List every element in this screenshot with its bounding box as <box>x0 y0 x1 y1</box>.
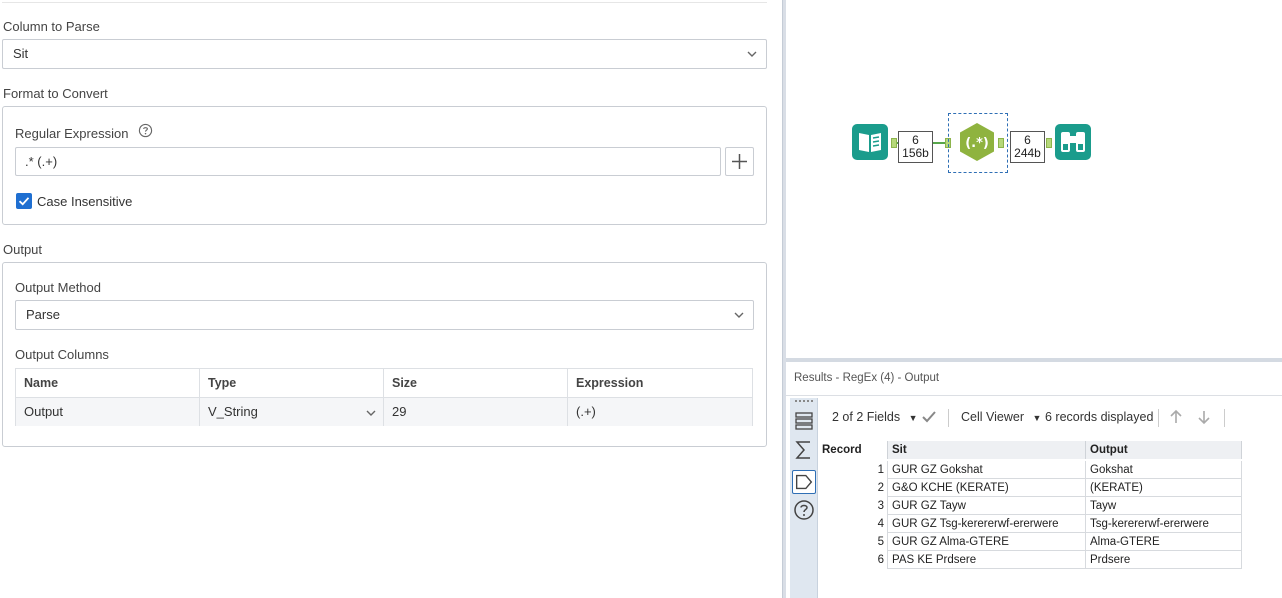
output-columns-label: Output Columns <box>15 347 109 362</box>
browse-binoculars-icon[interactable] <box>1055 124 1091 160</box>
regex-glyph: (.*) <box>965 136 989 151</box>
fields-label: 2 of 2 Fields <box>832 410 901 424</box>
case-insensitive-label: Case Insensitive <box>37 194 133 209</box>
format-to-convert-group: Regular Expression .* (.+) Case Insensit… <box>2 106 767 225</box>
grid-header-record[interactable]: Record <box>818 441 888 459</box>
toolbar-separator <box>1224 409 1225 427</box>
output-cell[interactable]: (KERATE) <box>1086 479 1242 497</box>
output-cell[interactable]: Alma-GTERE <box>1086 533 1242 551</box>
table-row[interactable]: 1 GUR GZ Gokshat Gokshat <box>818 461 1242 479</box>
output-columns-header: Name Type Size Expression <box>16 369 752 398</box>
output-cell[interactable]: Tayw <box>1086 497 1242 515</box>
format-to-convert-label: Format to Convert <box>3 86 108 101</box>
chevron-down-icon <box>747 51 757 57</box>
column-to-parse-select[interactable]: Sit <box>2 39 767 69</box>
add-token-button[interactable] <box>725 147 754 176</box>
column-header-size: Size <box>384 369 568 397</box>
record-cell[interactable]: 5 <box>818 533 888 551</box>
badge-size: 244b <box>1014 146 1041 160</box>
sit-cell[interactable]: PAS KE Prdsere <box>888 551 1086 569</box>
table-view-icon[interactable] <box>792 409 816 433</box>
results-toolbar: 2 of 2 Fields ▼ Cell Viewer ▼ 6 records … <box>818 402 1282 432</box>
sit-cell[interactable]: GUR GZ Tayw <box>888 497 1086 515</box>
output-size-cell[interactable]: 29 <box>384 398 568 426</box>
table-row[interactable]: 2 G&O KCHE (KERATE) (KERATE) <box>818 479 1242 497</box>
toolbar-separator <box>1158 409 1159 427</box>
column-header-type: Type <box>200 369 384 397</box>
chevron-down-icon <box>734 312 744 318</box>
output-name-cell[interactable]: Output <box>16 398 200 426</box>
table-row[interactable]: 5 GUR GZ Alma-GTERE Alma-GTERE <box>818 533 1242 551</box>
column-header-name: Name <box>16 369 200 397</box>
table-row[interactable]: 3 GUR GZ Tayw Tayw <box>818 497 1242 515</box>
arrow-up-icon[interactable] <box>1168 409 1184 425</box>
arrow-down-icon[interactable] <box>1196 409 1212 425</box>
metadata-tag-icon[interactable] <box>792 470 816 494</box>
output-columns-table: Name Type Size Expression Output V_Strin… <box>15 368 753 426</box>
results-title: Results - RegEx (4) - Output <box>794 372 940 384</box>
record-cell[interactable]: 4 <box>818 515 888 533</box>
table-row: Output V_String 29 (.+) <box>16 398 752 426</box>
column-to-parse-value: Sit <box>13 46 29 61</box>
sit-cell[interactable]: GUR GZ Alma-GTERE <box>888 533 1086 551</box>
output-method-label: Output Method <box>15 280 101 295</box>
output-cell[interactable]: Prdsere <box>1086 551 1242 569</box>
output-method-select[interactable]: Parse <box>15 300 754 330</box>
grid-header-output[interactable]: Output <box>1086 441 1242 459</box>
grid-header: Record Sit Output <box>818 441 1242 459</box>
column-to-parse-label: Column to Parse <box>3 19 100 34</box>
summary-sigma-icon[interactable] <box>792 438 816 462</box>
table-row[interactable]: 6 PAS KE Prdsere Prdsere <box>818 551 1242 569</box>
results-panel: Results - RegEx (4) - Output 2 of 2 Fiel… <box>786 362 1282 598</box>
help-icon[interactable] <box>138 123 153 138</box>
record-cell[interactable]: 1 <box>818 461 888 479</box>
apply-checkmark-icon[interactable] <box>921 410 937 424</box>
regular-expression-label: Regular Expression <box>15 126 129 141</box>
record-cell[interactable]: 2 <box>818 479 888 497</box>
configuration-panel: Column to Parse Sit Format to Convert Re… <box>0 0 782 598</box>
regex-tool-icon[interactable]: (.*) <box>957 122 997 162</box>
divider <box>2 2 767 3</box>
grip-handle[interactable] <box>795 400 813 402</box>
output-section-label: Output <box>3 242 43 257</box>
help-circle-icon[interactable] <box>792 498 816 522</box>
input-data-icon[interactable] <box>852 124 888 160</box>
checkmark-icon <box>18 197 30 206</box>
results-side-rail <box>790 398 818 598</box>
plus-icon <box>732 154 747 169</box>
record-cell[interactable]: 3 <box>818 497 888 515</box>
output-method-value: Parse <box>26 307 60 322</box>
grid-header-sit[interactable]: Sit <box>888 441 1086 459</box>
toolbar-separator <box>948 409 949 427</box>
case-insensitive-checkbox[interactable] <box>16 193 32 209</box>
column-header-expression: Expression <box>576 376 644 390</box>
divider <box>786 395 1282 396</box>
record-cell[interactable]: 6 <box>818 551 888 569</box>
sit-cell[interactable]: GUR GZ Tsg-kerererwf-ererwere <box>888 515 1086 533</box>
output-cell[interactable]: Tsg-kerererwf-ererwere <box>1086 515 1242 533</box>
input-anchor[interactable] <box>1046 138 1052 148</box>
output-cell[interactable]: Gokshat <box>1086 461 1242 479</box>
cell-viewer-selector[interactable]: Cell Viewer ▼ <box>961 402 1041 432</box>
workflow-canvas[interactable]: 6 156b (.*) 6 244b <box>786 0 1282 358</box>
output-type-value: V_String <box>208 404 258 419</box>
fields-selector[interactable]: 2 of 2 Fields ▼ <box>832 402 918 432</box>
caret-down-icon: ▼ <box>1032 413 1042 423</box>
cell-viewer-label: Cell Viewer <box>961 410 1024 424</box>
record-count-badge-out: 6 244b <box>1010 131 1045 163</box>
output-anchor[interactable] <box>998 138 1004 148</box>
output-expression-cell: (.+) <box>576 404 596 419</box>
table-row[interactable]: 4 GUR GZ Tsg-kerererwf-ererwere Tsg-kerere… <box>818 515 1242 533</box>
records-count: 6 records displayed <box>1045 410 1154 424</box>
badge-size: 156b <box>902 146 929 160</box>
sit-cell[interactable]: G&O KCHE (KERATE) <box>888 479 1086 497</box>
output-type-select[interactable]: V_String <box>200 398 384 426</box>
caret-down-icon: ▼ <box>908 413 918 423</box>
regex-input[interactable]: .* (.+) <box>15 147 721 176</box>
sit-cell[interactable]: GUR GZ Gokshat <box>888 461 1086 479</box>
record-count-badge-in: 6 156b <box>898 131 933 163</box>
chevron-down-icon <box>366 410 376 416</box>
